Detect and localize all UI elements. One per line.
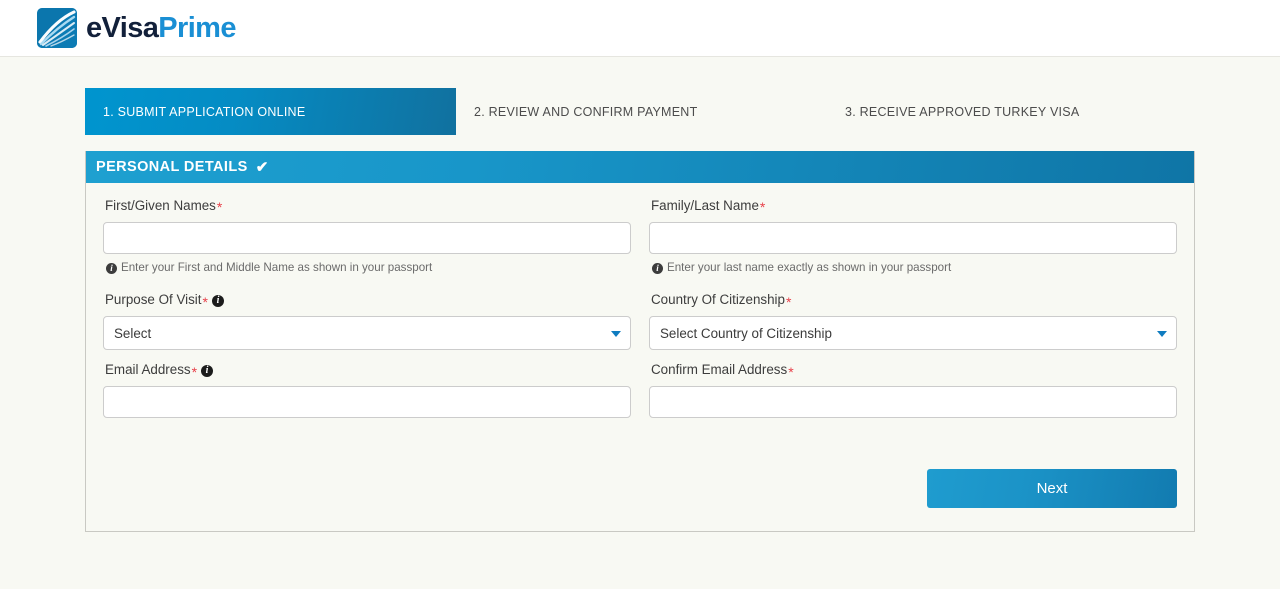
first-name-hint-text: Enter your First and Middle Name as show… <box>121 260 433 274</box>
application-steps: 1. SUBMIT APPLICATION ONLINE 2. REVIEW A… <box>85 88 1195 135</box>
country-of-citizenship-label: Country Of Citizenship * <box>651 292 1177 310</box>
personal-details-card: PERSONAL DETAILS ✔ First/Given Names * i … <box>85 151 1195 532</box>
last-name-label: Family/Last Name * <box>651 198 1177 216</box>
email-label: Email Address * i <box>105 362 631 380</box>
first-name-label: First/Given Names * <box>105 198 631 216</box>
step-1-label: 1. SUBMIT APPLICATION ONLINE <box>103 104 306 119</box>
last-name-input[interactable] <box>649 221 1177 254</box>
page-content: 1. SUBMIT APPLICATION ONLINE 2. REVIEW A… <box>0 88 1280 532</box>
step-3-receive-approved-visa[interactable]: 3. RECEIVE APPROVED TURKEY VISA <box>827 88 1195 135</box>
purpose-of-visit-select[interactable]: Select <box>103 316 631 351</box>
field-group-purpose-of-visit: Purpose Of Visit * i Select <box>94 292 640 351</box>
step-2-review-and-confirm-payment[interactable]: 2. REVIEW AND CONFIRM PAYMENT <box>456 88 827 135</box>
first-name-label-text: First/Given Names <box>105 198 216 213</box>
last-name-hint: i Enter your last name exactly as shown … <box>652 260 1177 275</box>
step-3-label: 3. RECEIVE APPROVED TURKEY VISA <box>845 104 1080 119</box>
field-group-country-of-citizenship: Country Of Citizenship * Select Country o… <box>640 292 1186 351</box>
form-row-names: First/Given Names * i Enter your First an… <box>94 198 1186 275</box>
confirm-email-label: Confirm Email Address * <box>651 362 1177 380</box>
field-group-confirm-email: Confirm Email Address * <box>640 362 1186 418</box>
personal-details-header: PERSONAL DETAILS ✔ <box>86 151 1194 183</box>
first-name-input[interactable] <box>103 221 631 254</box>
required-asterisk: * <box>202 293 208 310</box>
country-of-citizenship-select-wrap: Select Country of Citizenship <box>649 316 1177 351</box>
confirm-email-input[interactable] <box>649 385 1177 418</box>
site-header: eVisaPrime <box>0 0 1280 57</box>
next-button[interactable]: Next <box>927 468 1177 508</box>
brand-name-part2: Prime <box>158 11 236 44</box>
field-group-email: Email Address * i <box>94 362 640 418</box>
form-row-selects: Purpose Of Visit * i Select Country Of Cit… <box>94 292 1186 351</box>
brand-logo-link[interactable]: eVisaPrime <box>37 8 236 48</box>
brand-name-part1: eVisa <box>86 11 159 44</box>
step-1-submit-application[interactable]: 1. SUBMIT APPLICATION ONLINE <box>85 88 456 135</box>
info-icon: i <box>652 262 663 274</box>
step-2-label: 2. REVIEW AND CONFIRM PAYMENT <box>474 104 698 119</box>
evisaprime-logo-icon <box>37 8 77 48</box>
info-icon[interactable]: i <box>201 364 214 377</box>
form-footer: Next <box>94 418 1186 531</box>
info-icon: i <box>106 262 117 274</box>
confirm-email-label-text: Confirm Email Address <box>651 362 788 378</box>
country-of-citizenship-label-text: Country Of Citizenship <box>651 292 785 308</box>
field-group-first-name: First/Given Names * i Enter your First an… <box>94 198 640 275</box>
personal-details-form: First/Given Names * i Enter your First an… <box>86 183 1194 531</box>
last-name-label-text: Family/Last Name <box>651 198 759 213</box>
brand-name: eVisaPrime <box>86 11 236 44</box>
first-name-hint: i Enter your First and Middle Name as sh… <box>106 260 631 275</box>
required-asterisk: * <box>788 363 794 380</box>
purpose-of-visit-selected-value: Select <box>114 325 152 341</box>
required-asterisk: * <box>191 363 198 380</box>
purpose-of-visit-label-text: Purpose Of Visit <box>105 292 202 308</box>
personal-details-title: PERSONAL DETAILS <box>96 159 248 175</box>
check-icon: ✔ <box>255 159 269 176</box>
purpose-of-visit-label: Purpose Of Visit * i <box>105 292 631 310</box>
field-group-last-name: Family/Last Name * i Enter your last name… <box>640 198 1186 275</box>
required-asterisk: * <box>759 199 766 216</box>
email-input[interactable] <box>103 385 631 418</box>
email-label-text: Email Address <box>105 362 191 378</box>
country-of-citizenship-selected-value: Select Country of Citizenship <box>660 325 832 341</box>
purpose-of-visit-select-wrap: Select <box>103 316 631 351</box>
required-asterisk: * <box>216 199 223 216</box>
info-icon[interactable]: i <box>211 294 224 307</box>
country-of-citizenship-select[interactable]: Select Country of Citizenship <box>649 316 1177 351</box>
last-name-hint-text: Enter your last name exactly as shown in… <box>667 260 952 274</box>
required-asterisk: * <box>785 293 792 310</box>
form-row-emails: Email Address * i Confirm Email Address * <box>94 362 1186 418</box>
